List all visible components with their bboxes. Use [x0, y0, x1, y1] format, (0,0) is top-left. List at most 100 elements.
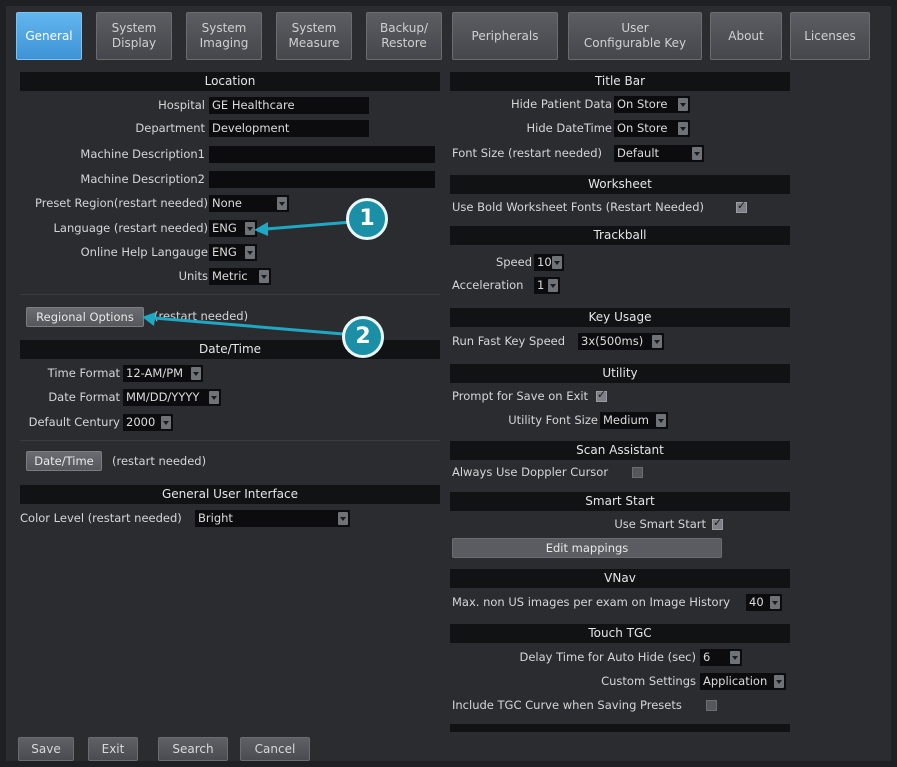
custom-settings-dropdown[interactable]: Application [700, 673, 786, 690]
bold-worksheet-label: Use Bold Worksheet Fonts (Restart Needed… [452, 200, 705, 214]
general-user-interface-header: General User Interface [20, 485, 440, 504]
default-century-label: Default Century [28, 415, 120, 429]
chevron-down-icon [191, 367, 201, 380]
date-format-label: Date Format [48, 390, 120, 404]
bold-worksheet-checkbox[interactable] [736, 199, 747, 213]
search-button[interactable]: Search [158, 737, 228, 761]
tab-label: About [728, 28, 764, 43]
cancel-button[interactable]: Cancel [240, 737, 310, 761]
chevron-down-icon [548, 279, 558, 292]
max-images-value: 40 [749, 595, 764, 609]
doppler-cursor-checkbox[interactable] [632, 467, 643, 478]
speed-value: 10 [537, 255, 552, 269]
chevron-down-icon [678, 98, 688, 111]
tab-label: Restore [381, 36, 427, 50]
chevron-down-icon [161, 416, 171, 429]
datetime-note: (restart needed) [112, 454, 207, 468]
department-label: Department [135, 121, 205, 135]
tab-label: Display [111, 36, 157, 50]
time-format-value: 12-AM/PM [126, 366, 184, 380]
color-level-label: Color Level (restart needed) [20, 511, 182, 525]
hide-datetime-label: Hide DateTime [526, 121, 612, 135]
chevron-down-icon [774, 675, 784, 688]
datetime-button[interactable]: Date/Time [26, 451, 102, 471]
scan-assistant-header: Scan Assistant [450, 441, 790, 460]
color-level-value: Bright [198, 511, 233, 525]
tab-bar: General System Display System Imaging Syst… [8, 8, 888, 60]
tab-label: System [201, 21, 247, 35]
online-help-language-label: Online Help Langauge [80, 245, 208, 259]
font-size-value: Default [617, 146, 660, 160]
font-size-dropdown[interactable]: Default [614, 145, 704, 162]
hospital-label: Hospital [158, 98, 205, 112]
utility-font-size-value: Medium [603, 413, 649, 427]
machine-description2-field[interactable] [209, 171, 435, 188]
tab-system-display[interactable]: System Display [96, 12, 172, 60]
regional-options-button[interactable]: Regional Options [26, 307, 144, 327]
chevron-down-icon [692, 147, 702, 160]
trackball-header: Trackball [450, 226, 790, 245]
delay-time-dropdown[interactable]: 6 [700, 649, 742, 666]
location-header: Location [20, 72, 440, 91]
vnav-header: VNav [450, 569, 790, 588]
divider [20, 440, 440, 441]
tab-peripherals[interactable]: Peripherals [452, 12, 558, 60]
hide-patient-data-dropdown[interactable]: On Store [614, 96, 690, 113]
tab-licenses[interactable]: Licenses [790, 12, 870, 60]
title-bar-header: Title Bar [450, 72, 790, 91]
max-images-dropdown[interactable]: 40 [746, 594, 782, 611]
use-smart-start-checkbox[interactable] [712, 516, 723, 530]
department-field[interactable]: Development [209, 120, 369, 137]
run-fast-key-speed-label: Run Fast Key Speed [452, 334, 566, 348]
run-fast-key-speed-dropdown[interactable]: 3x(500ms) [578, 333, 664, 350]
tab-label: System [111, 21, 157, 35]
exit-button[interactable]: Exit [88, 737, 138, 761]
right-panel: Title Bar Hide Patient Data On Store Hid… [450, 72, 790, 732]
tab-system-measure[interactable]: System Measure [276, 12, 352, 60]
tab-about[interactable]: About [710, 12, 782, 60]
preset-region-value: None [212, 196, 243, 210]
utility-font-size-dropdown[interactable]: Medium [600, 412, 668, 429]
tab-general[interactable]: General [16, 12, 82, 60]
hide-patient-data-value: On Store [617, 97, 668, 111]
delay-time-value: 6 [703, 650, 711, 664]
machine-description1-label: Machine Description1 [80, 147, 205, 161]
prompt-save-checkbox[interactable] [596, 388, 607, 402]
hide-datetime-dropdown[interactable]: On Store [614, 120, 690, 137]
custom-settings-label: Custom Settings [601, 674, 696, 688]
date-format-dropdown[interactable]: MM/DD/YYYY [123, 389, 221, 406]
run-fast-key-speed-value: 3x(500ms) [581, 334, 644, 348]
units-value: Metric [212, 269, 248, 283]
tab-user-configurable-key[interactable]: User Configurable Key [568, 12, 702, 60]
max-images-label: Max. non US images per exam on Image His… [452, 595, 731, 609]
chevron-down-icon [338, 512, 348, 525]
acceleration-dropdown[interactable]: 1 [534, 277, 560, 294]
section-header-partial [450, 724, 790, 732]
speed-dropdown[interactable]: 10 [534, 254, 564, 271]
time-format-label: Time Format [47, 366, 120, 380]
machine-description2-label: Machine Description2 [80, 172, 205, 186]
divider [20, 294, 440, 295]
tab-label: Measure [288, 36, 340, 50]
left-panel: Location Hospital GE Healthcare Departme… [20, 72, 440, 542]
include-tgc-checkbox[interactable] [706, 700, 717, 711]
hospital-field[interactable]: GE Healthcare [209, 97, 369, 114]
tab-backup-restore[interactable]: Backup/Restore [366, 12, 442, 60]
online-help-language-dropdown[interactable]: ENG [209, 244, 257, 261]
time-format-dropdown[interactable]: 12-AM/PM [123, 365, 203, 382]
tab-label: Configurable Key [583, 36, 687, 50]
color-level-dropdown[interactable]: Bright [195, 510, 350, 527]
units-dropdown[interactable]: Metric [209, 268, 271, 285]
default-century-dropdown[interactable]: 2000 [123, 414, 173, 431]
use-smart-start-label: Use Smart Start [614, 517, 706, 531]
save-button[interactable]: Save [18, 737, 74, 761]
tab-label: Peripherals [471, 28, 539, 43]
tab-label: System [291, 21, 337, 35]
tab-system-imaging[interactable]: System Imaging [186, 12, 262, 60]
chevron-down-icon [259, 270, 269, 283]
machine-description1-field[interactable] [209, 146, 435, 163]
preset-region-label: Preset Region(restart needed) [35, 196, 208, 210]
edit-mappings-button[interactable]: Edit mappings [452, 538, 722, 558]
chevron-down-icon [770, 596, 780, 609]
units-label: Units [178, 269, 208, 283]
